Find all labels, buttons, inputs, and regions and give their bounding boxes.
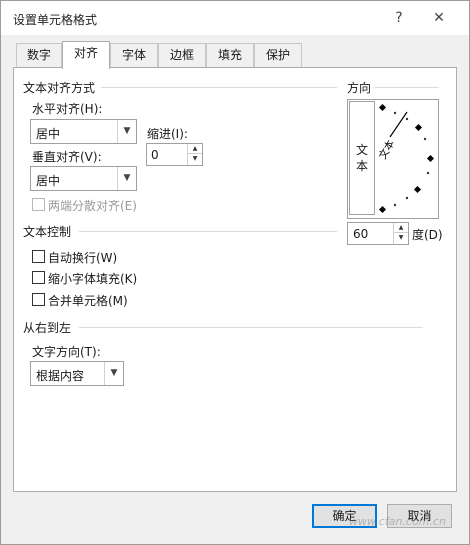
horizontal-align-label: 水平对齐(H): bbox=[32, 102, 103, 116]
spinner-arrows: ▲ ▼ bbox=[187, 144, 202, 165]
chevron-down-icon: ▼ bbox=[104, 362, 123, 385]
degrees-label: 度(D) bbox=[412, 228, 443, 242]
divider bbox=[79, 327, 423, 328]
rtl-group-label: 从右到左 bbox=[23, 321, 72, 335]
spinner-arrows: ▲ ▼ bbox=[393, 223, 408, 244]
shrink-to-fit-checkbox[interactable] bbox=[32, 271, 45, 284]
tab-alignment[interactable]: 对齐 bbox=[62, 41, 110, 69]
text-direction-label: 文字方向(T): bbox=[32, 345, 101, 359]
dial-dot bbox=[393, 111, 397, 115]
help-button[interactable]: ? bbox=[385, 5, 413, 31]
dial-dot bbox=[405, 117, 409, 121]
dial-marker bbox=[426, 154, 435, 163]
text-alignment-group-label: 文本对齐方式 bbox=[23, 81, 96, 95]
tab-fill[interactable]: 填充 bbox=[206, 43, 254, 68]
format-cells-dialog: 设置单元格格式 ? ✕ 数字 对齐 字体 边框 填充 保护 文本对齐方式 水平对… bbox=[0, 0, 470, 545]
wrap-text-checkbox[interactable] bbox=[32, 250, 45, 263]
dial-marker bbox=[378, 103, 387, 112]
vertical-align-label: 垂直对齐(V): bbox=[32, 150, 102, 164]
wrap-text-label: 自动换行(W) bbox=[48, 251, 118, 265]
vertical-align-value: 居中 bbox=[36, 174, 61, 188]
dial-marker bbox=[414, 123, 423, 132]
spin-up-icon[interactable]: ▲ bbox=[394, 223, 408, 233]
tab-font[interactable]: 字体 bbox=[110, 43, 158, 68]
justify-distributed-label: 两端分散对齐(E) bbox=[48, 199, 137, 213]
dial-needle[interactable] bbox=[389, 111, 408, 138]
merge-cells-checkbox[interactable] bbox=[32, 293, 45, 306]
divider bbox=[79, 231, 337, 232]
degrees-spinner[interactable]: 60 ▲ ▼ bbox=[347, 222, 409, 245]
justify-distributed-checkbox[interactable] bbox=[32, 198, 45, 211]
tab-border[interactable]: 边框 bbox=[158, 43, 206, 68]
indent-spinner[interactable]: 0 ▲ ▼ bbox=[146, 143, 203, 166]
tab-protection[interactable]: 保护 bbox=[254, 43, 302, 68]
chevron-down-icon: ▼ bbox=[117, 167, 136, 190]
orientation-group-label: 方向 bbox=[347, 81, 372, 95]
orientation-dial[interactable]: 文本 bbox=[375, 99, 439, 219]
indent-label: 缩进(I): bbox=[147, 127, 188, 141]
dial-text: 文本 bbox=[376, 138, 397, 162]
vertical-text-char: 本 bbox=[355, 159, 368, 173]
text-direction-value: 根据内容 bbox=[36, 369, 85, 383]
vertical-align-select[interactable]: 居中 ▼ bbox=[30, 166, 137, 191]
watermark: www.cfan.com.cn bbox=[349, 515, 446, 528]
horizontal-align-select[interactable]: 居中 ▼ bbox=[30, 119, 137, 144]
chevron-down-icon: ▼ bbox=[117, 120, 136, 143]
shrink-to-fit-label: 缩小字体填充(K) bbox=[48, 272, 138, 286]
vertical-text-button[interactable]: 文 本 bbox=[349, 101, 375, 215]
horizontal-align-value: 居中 bbox=[36, 127, 61, 141]
tab-number[interactable]: 数字 bbox=[16, 43, 62, 68]
indent-value: 0 bbox=[151, 148, 159, 162]
dial-dot bbox=[426, 171, 430, 175]
title-bar: 设置单元格格式 ? ✕ bbox=[1, 1, 469, 35]
dial-dot bbox=[423, 137, 427, 141]
divider bbox=[375, 87, 439, 88]
dial-dot bbox=[405, 196, 409, 200]
degrees-value: 60 bbox=[353, 227, 369, 241]
text-control-group-label: 文本控制 bbox=[23, 225, 72, 239]
spin-up-icon[interactable]: ▲ bbox=[188, 144, 202, 154]
text-direction-select[interactable]: 根据内容 ▼ bbox=[30, 361, 124, 386]
spin-down-icon[interactable]: ▼ bbox=[394, 233, 408, 243]
divider bbox=[101, 87, 337, 88]
dial-marker bbox=[413, 185, 422, 194]
dial-dot bbox=[393, 203, 397, 207]
dial-marker bbox=[378, 205, 387, 214]
dialog-title: 设置单元格格式 bbox=[13, 13, 98, 27]
vertical-text-char: 文 bbox=[355, 143, 368, 157]
spin-down-icon[interactable]: ▼ bbox=[188, 154, 202, 164]
merge-cells-label: 合并单元格(M) bbox=[48, 294, 128, 308]
close-button[interactable]: ✕ bbox=[425, 5, 453, 31]
